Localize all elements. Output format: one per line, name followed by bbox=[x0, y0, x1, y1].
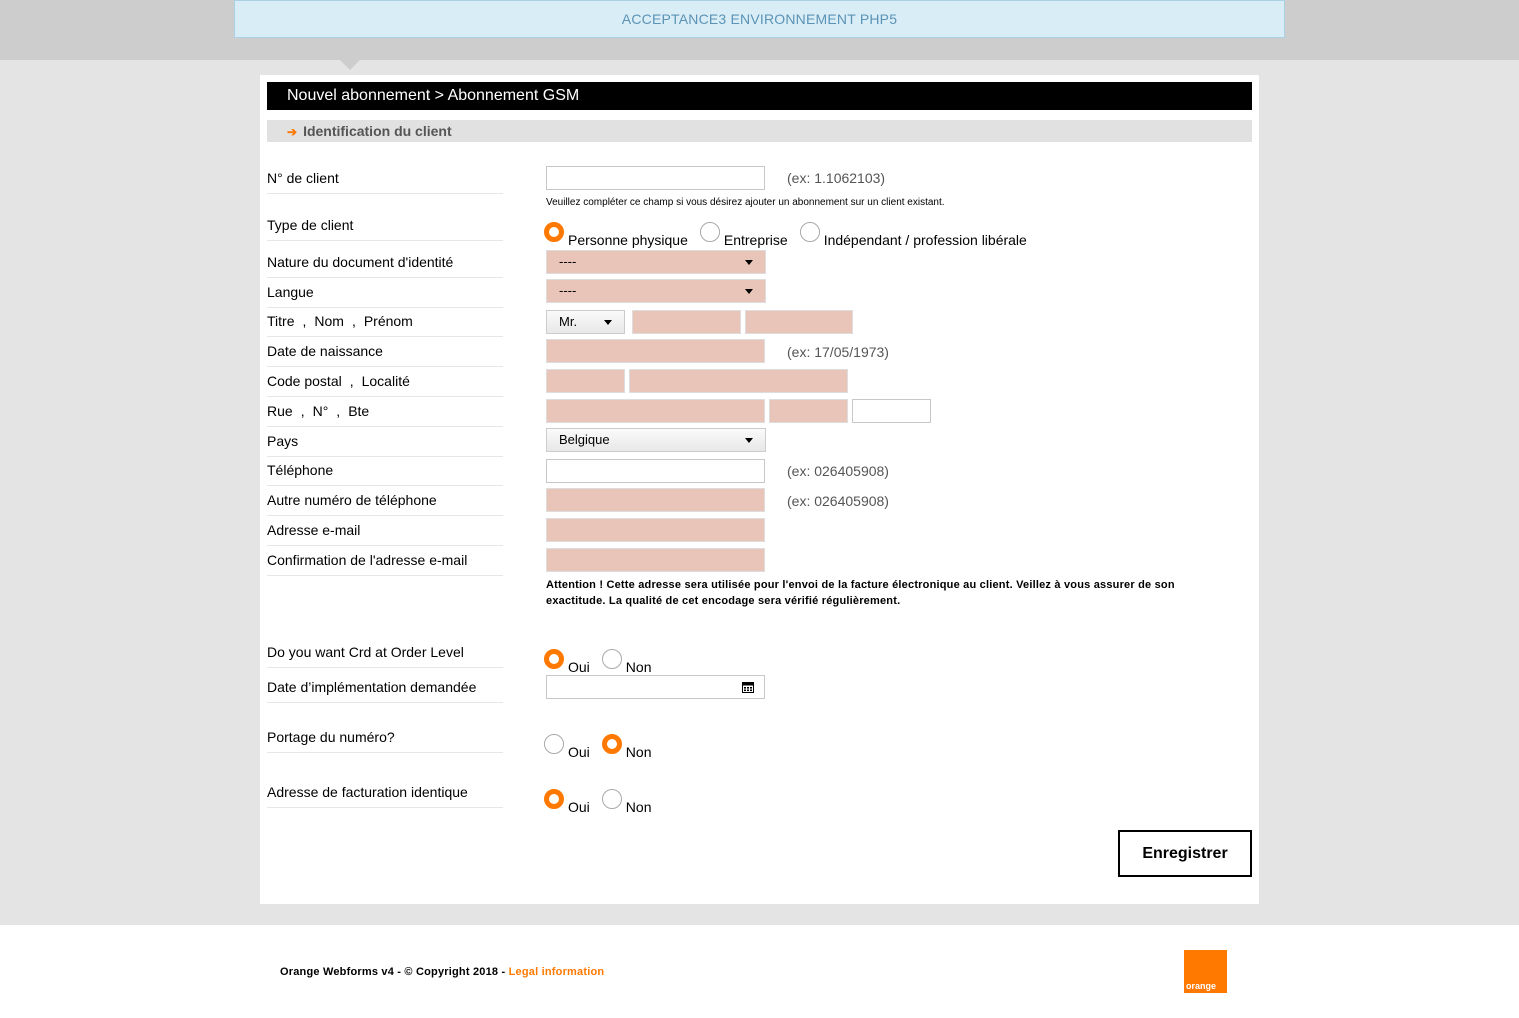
title-select[interactable]: Mr. bbox=[546, 310, 625, 334]
banner-notch bbox=[340, 60, 360, 70]
radio-label: Entreprise bbox=[723, 232, 788, 248]
radio-label: Oui bbox=[568, 799, 590, 815]
client-number-input[interactable] bbox=[546, 166, 765, 190]
billing-address-label: Adresse de facturation identique bbox=[267, 783, 503, 808]
environment-banner: ACCEPTANCE3 ENVIRONNEMENT PHP5 bbox=[234, 0, 1285, 38]
street-label: Rue, N°, Bte bbox=[267, 402, 503, 427]
client-number-label: N° de client bbox=[267, 169, 503, 194]
legal-information-link[interactable]: Legal information bbox=[509, 966, 605, 978]
implementation-date-input[interactable] bbox=[546, 675, 765, 699]
radio-personne-physique[interactable] bbox=[544, 222, 564, 242]
page-title: Nouvel abonnement > Abonnement GSM bbox=[267, 82, 1252, 110]
caret-down-icon bbox=[745, 260, 753, 265]
portage-label: Portage du numéro? bbox=[267, 728, 503, 753]
crd-radio-group: Oui Non bbox=[544, 649, 663, 677]
footer: Orange Webforms v4 - © Copyright 2018 - … bbox=[0, 925, 1519, 1018]
birth-date-hint: (ex: 17/05/1973) bbox=[787, 344, 889, 360]
footer-copyright: Orange Webforms v4 - © Copyright 2018 - … bbox=[280, 966, 605, 978]
radio-label: Oui bbox=[568, 659, 590, 675]
client-number-note: Veuillez compléter ce champ si vous dési… bbox=[546, 197, 945, 208]
billing-radio-group: Oui Non bbox=[544, 789, 663, 817]
radio-label: Non bbox=[625, 799, 652, 815]
house-number-input[interactable] bbox=[769, 399, 848, 423]
id-doc-select[interactable]: ---- bbox=[546, 250, 766, 274]
first-name-input[interactable] bbox=[745, 310, 853, 334]
email-warning: Attention ! Cette adresse sera utilisée … bbox=[546, 579, 1175, 607]
other-phone-input[interactable] bbox=[546, 488, 765, 512]
radio-billing-oui[interactable] bbox=[544, 789, 564, 809]
country-label: Pays bbox=[267, 432, 503, 457]
email-label: Adresse e-mail bbox=[267, 521, 503, 546]
section-header: ➔ Identification du client bbox=[267, 120, 1252, 142]
calendar-icon[interactable] bbox=[742, 681, 754, 693]
radio-label: Non bbox=[625, 659, 652, 675]
radio-billing-non[interactable] bbox=[601, 789, 622, 809]
box-input[interactable] bbox=[852, 399, 931, 423]
implementation-date-label: Date d’implémentation demandée bbox=[267, 678, 503, 703]
postal-code-input[interactable] bbox=[546, 369, 625, 393]
birth-date-label: Date de naissance bbox=[267, 342, 503, 367]
email-confirm-input[interactable] bbox=[546, 548, 765, 572]
client-type-radio-group: Personne physique Entreprise Indépendant… bbox=[544, 222, 1039, 250]
street-input[interactable] bbox=[546, 399, 765, 423]
radio-label: Indépendant / profession libérale bbox=[823, 232, 1027, 248]
locality-input[interactable] bbox=[629, 369, 848, 393]
orange-logo: orange bbox=[1184, 950, 1227, 993]
name-label: Titre, Nom, Prénom bbox=[267, 312, 503, 337]
radio-label: Non bbox=[625, 744, 652, 760]
caret-down-icon bbox=[745, 438, 753, 443]
language-select[interactable]: ---- bbox=[546, 279, 766, 303]
other-phone-hint: (ex: 026405908) bbox=[787, 493, 889, 509]
phone-hint: (ex: 026405908) bbox=[787, 463, 889, 479]
radio-label: Oui bbox=[568, 744, 590, 760]
postal-label: Code postal, Localité bbox=[267, 372, 503, 397]
last-name-input[interactable] bbox=[632, 310, 741, 334]
save-button[interactable]: Enregistrer bbox=[1118, 830, 1252, 877]
country-select[interactable]: Belgique bbox=[546, 428, 766, 452]
arrow-right-icon: ➔ bbox=[287, 125, 298, 139]
caret-down-icon bbox=[745, 289, 753, 294]
radio-portage-non[interactable] bbox=[601, 734, 622, 754]
radio-portage-oui[interactable] bbox=[544, 734, 564, 754]
language-label: Langue bbox=[267, 283, 503, 308]
phone-label: Téléphone bbox=[267, 461, 503, 486]
email-confirm-label: Confirmation de l'adresse e-mail bbox=[267, 551, 503, 576]
crd-label: Do you want Crd at Order Level bbox=[267, 643, 503, 668]
birth-date-input[interactable] bbox=[546, 339, 765, 363]
caret-down-icon bbox=[604, 320, 612, 325]
radio-crd-non[interactable] bbox=[601, 649, 622, 669]
form-card: Nouvel abonnement > Abonnement GSM ➔ Iden… bbox=[260, 75, 1259, 904]
client-number-hint: (ex: 1.1062103) bbox=[787, 170, 886, 186]
phone-input[interactable] bbox=[546, 459, 765, 483]
radio-crd-oui[interactable] bbox=[544, 649, 564, 669]
radio-independant[interactable] bbox=[799, 222, 820, 242]
id-doc-label: Nature du document d'identité bbox=[267, 253, 503, 278]
portage-radio-group: Oui Non bbox=[544, 734, 663, 762]
radio-label: Personne physique bbox=[568, 232, 688, 248]
other-phone-label: Autre numéro de téléphone bbox=[267, 491, 503, 516]
section-title: Identification du client bbox=[303, 123, 452, 139]
email-input[interactable] bbox=[546, 518, 765, 542]
client-type-label: Type de client bbox=[267, 216, 503, 241]
radio-entreprise[interactable] bbox=[699, 222, 720, 242]
